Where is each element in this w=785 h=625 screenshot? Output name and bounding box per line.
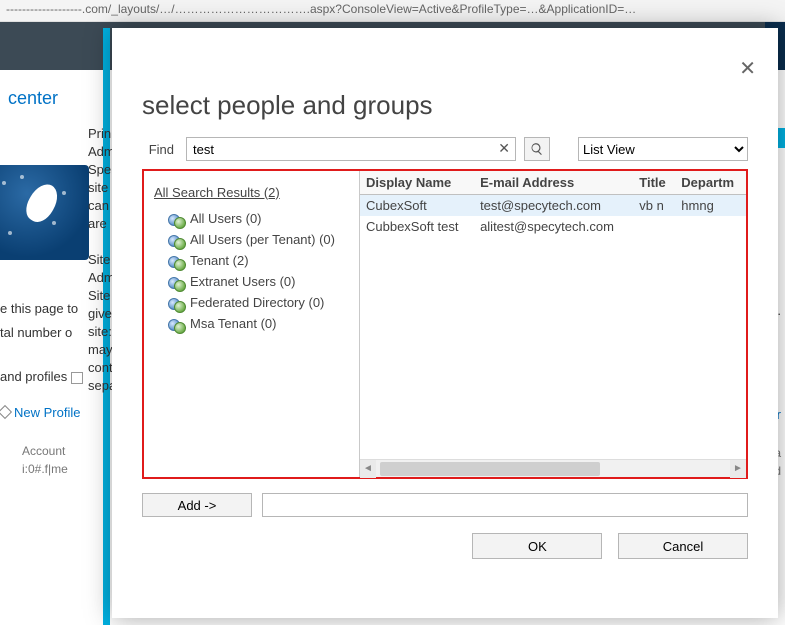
close-icon[interactable]: ✕ [739,56,756,81]
search-button[interactable] [524,137,550,161]
bg-total-number: tal number o [0,324,72,342]
people-group-icon [168,254,184,268]
tree-node[interactable]: All Users (per Tenant) (0) [154,229,351,250]
scope-tree: All Search Results (2) All Users (0)All … [144,171,360,477]
horizontal-scrollbar[interactable]: ◄ ► [360,459,746,477]
results-table: Display NameE-mail AddressTitleDepartm C… [360,171,746,237]
table-row[interactable]: CubexSofttest@specytech.comvb nhmng [360,195,746,217]
dialog-title: select people and groups [142,90,748,121]
people-picker-dialog: ✕ select people and groups Find ✕ List V… [112,28,778,618]
tree-root[interactable]: All Search Results (2) [154,185,280,200]
column-header[interactable]: E-mail Address [474,171,633,195]
people-group-icon [168,233,184,247]
people-group-icon [168,317,184,331]
tree-node[interactable]: Tenant (2) [154,250,351,271]
column-header[interactable]: Display Name [360,171,474,195]
view-select[interactable]: List View [578,137,748,161]
bg-account: Account [22,442,65,460]
tree-node[interactable]: Msa Tenant (0) [154,313,351,334]
add-button[interactable]: Add -> [142,493,252,517]
tree-node[interactable]: Extranet Users (0) [154,271,351,292]
people-group-icon [168,212,184,226]
search-icon [530,142,544,156]
url-bar: -------------------.com/_layouts/…/……………… [0,0,785,22]
new-profile-link[interactable]: New Profile [0,405,80,420]
column-header[interactable]: Departm [675,171,746,195]
scroll-thumb[interactable] [380,462,600,476]
ok-button[interactable]: OK [472,533,602,559]
people-group-icon [168,296,184,310]
selected-entries-input[interactable] [262,493,748,517]
pin-icon [0,405,12,419]
tree-node[interactable]: All Users (0) [154,208,351,229]
scroll-left-icon[interactable]: ◄ [360,460,376,478]
find-input[interactable] [186,137,516,161]
people-group-icon [168,275,184,289]
find-label: Find [142,142,178,157]
hero-rocket-icon [0,165,89,260]
column-header[interactable]: Title [633,171,675,195]
clear-icon[interactable]: ✕ [498,140,510,157]
bg-i0f: i:0#.f|me [22,460,68,478]
table-row[interactable]: CubbexSoft testalitest@specytech.com [360,216,746,237]
results-pane: All Search Results (2) All Users (0)All … [142,169,748,479]
checkbox-icon [71,372,83,384]
breadcrumb-center[interactable]: center [8,88,58,109]
bg-profiles: and profiles [0,368,83,386]
scroll-right-icon[interactable]: ► [730,460,746,478]
tree-node[interactable]: Federated Directory (0) [154,292,351,313]
cancel-button[interactable]: Cancel [618,533,748,559]
bg-use-page: e this page to [0,300,78,318]
